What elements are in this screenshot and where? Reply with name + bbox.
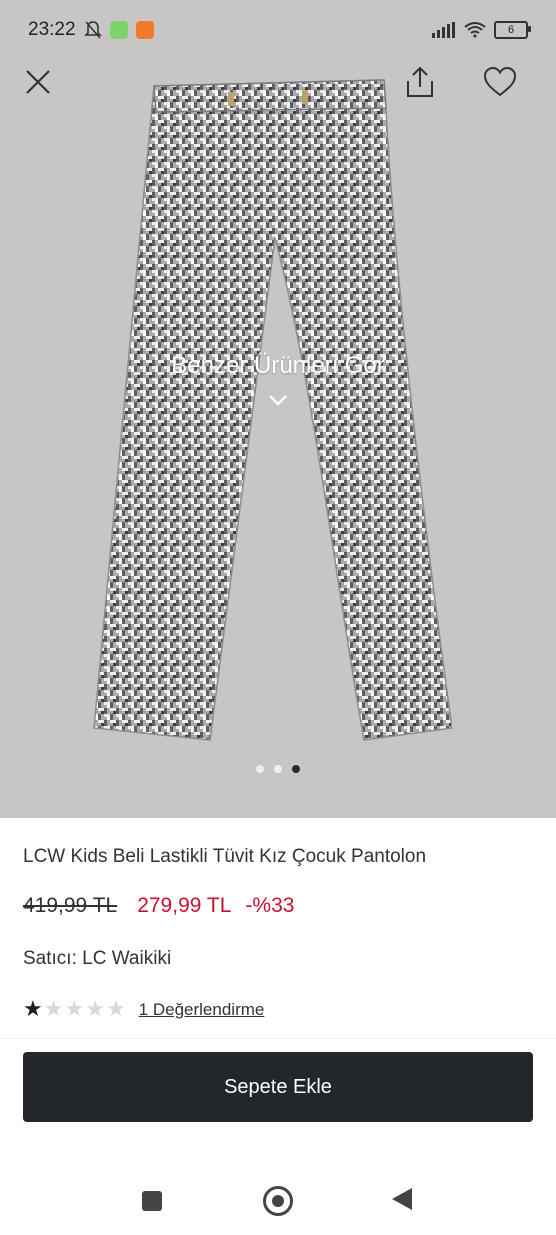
- recents-button[interactable]: [142, 1191, 162, 1211]
- star-icon: ★: [64, 996, 85, 1021]
- home-button[interactable]: [263, 1186, 293, 1216]
- battery-level: 6: [507, 24, 515, 36]
- notification-app-icon: [109, 21, 128, 39]
- old-price: 419,99 TL: [23, 894, 118, 917]
- rating-row: ★★★★★ 1 Değerlendirme: [23, 998, 264, 1021]
- battery-icon: 6: [494, 21, 531, 39]
- gallery-pagination: [0, 765, 556, 773]
- close-icon: [26, 70, 50, 94]
- gallery-dot[interactable]: [274, 765, 282, 773]
- add-to-cart-button[interactable]: Sepete Ekle: [23, 1052, 533, 1122]
- seller-label[interactable]: Satıcı: LC Waikiki: [23, 948, 171, 970]
- product-image-gallery[interactable]: 23:22 6 Benzer Ürünleri Gör: [0, 0, 556, 818]
- product-title: LCW Kids Beli Lastikli Tüvit Kız Çocuk P…: [23, 846, 427, 867]
- wifi-icon: [464, 22, 486, 38]
- close-button[interactable]: [18, 62, 58, 102]
- rating-stars: ★★★★★: [23, 998, 127, 1021]
- signal-icon: [432, 22, 455, 38]
- product-photo: [93, 79, 452, 741]
- price-row: 419,99 TL 279,99 TL -%33: [23, 894, 294, 918]
- star-icon: ★: [85, 996, 105, 1021]
- divider: [0, 1038, 556, 1039]
- star-icon: ★: [43, 996, 64, 1021]
- similar-products-link[interactable]: Benzer Ürünleri Gör: [0, 352, 556, 380]
- chevron-down-icon[interactable]: [268, 393, 288, 407]
- back-button[interactable]: [392, 1188, 412, 1210]
- notification-app-icon-2: [135, 21, 154, 39]
- mute-bell-icon: [83, 21, 102, 39]
- sale-price: 279,99 TL: [137, 894, 232, 917]
- system-nav-bar: [0, 1170, 556, 1230]
- heart-icon: [483, 67, 517, 97]
- star-icon: ★: [23, 996, 43, 1021]
- discount-badge: -%33: [245, 894, 295, 917]
- gallery-dot[interactable]: [256, 765, 264, 773]
- status-bar: 23:22 6: [0, 0, 556, 60]
- gallery-dot-active[interactable]: [292, 765, 300, 773]
- favorite-button[interactable]: [480, 62, 520, 102]
- star-icon: ★: [105, 996, 126, 1021]
- status-time: 23:22: [28, 19, 76, 40]
- reviews-link[interactable]: 1 Değerlendirme: [139, 1000, 265, 1020]
